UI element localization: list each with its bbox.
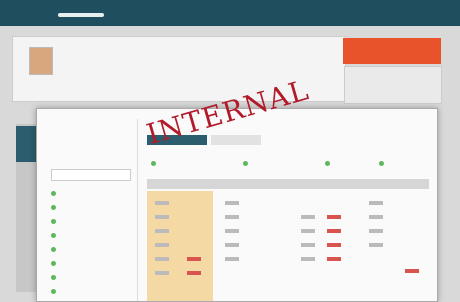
grid-cell [155, 257, 169, 261]
grid-cell [369, 215, 383, 219]
status-indicator-3 [325, 161, 333, 166]
grid-cell [301, 215, 315, 219]
modal-left-list [51, 187, 133, 299]
grid-cell [155, 215, 169, 219]
nav-tab-active[interactable] [58, 13, 104, 17]
status-dot-icon [151, 161, 156, 166]
left-toolbar-active-tab[interactable] [16, 126, 36, 162]
alert-banner[interactable] [343, 38, 441, 64]
grid-cell-flag [405, 269, 419, 273]
status-dot-icon [51, 204, 56, 210]
list-item[interactable] [51, 201, 133, 213]
grid-cell [225, 243, 239, 247]
list-item[interactable] [51, 285, 133, 297]
grid-cell [155, 201, 169, 205]
status-dot-icon [51, 232, 56, 238]
filter-select[interactable] [51, 169, 131, 181]
grid-cell [225, 229, 239, 233]
grid-cell [301, 229, 315, 233]
grid-cell [369, 201, 383, 205]
grid-cell [155, 229, 169, 233]
status-dot-icon [51, 246, 56, 252]
status-dot-icon [51, 274, 56, 280]
nav-tab-3[interactable] [110, 13, 166, 17]
status-indicator-4 [379, 161, 387, 166]
grid-cell-flag [187, 257, 201, 261]
list-item[interactable] [51, 215, 133, 227]
grid-cell-flag [327, 229, 341, 233]
grid-cell [225, 215, 239, 219]
main-nav [18, 13, 166, 17]
list-item[interactable] [51, 187, 133, 199]
nav-tab-1[interactable] [18, 13, 52, 17]
list-item[interactable] [51, 229, 133, 241]
modal-dialog [36, 108, 438, 302]
modal-left-panel [47, 119, 138, 301]
status-dot-icon [51, 218, 56, 224]
grid-cell [225, 201, 239, 205]
list-item[interactable] [51, 257, 133, 269]
status-indicator-2 [243, 161, 251, 166]
grid-cell [301, 243, 315, 247]
grid-cell-flag [187, 271, 201, 275]
modal-right-panel [143, 119, 433, 301]
side-panel [344, 66, 442, 104]
grid-header [147, 179, 429, 189]
grid-cell [301, 257, 315, 261]
status-dot-icon [51, 260, 56, 266]
grid-cell-flag [327, 257, 341, 261]
grid-cell [369, 229, 383, 233]
grid-cell [155, 243, 169, 247]
grid-cell [155, 271, 169, 275]
grid-cell-flag [327, 215, 341, 219]
status-dot-icon [379, 161, 384, 166]
grid-cell-flag [327, 243, 341, 247]
list-item[interactable] [51, 271, 133, 283]
tab-inactive[interactable] [211, 135, 261, 145]
grid-cell [369, 243, 383, 247]
status-dot-icon [51, 288, 56, 294]
status-dot-icon [51, 190, 56, 196]
avatar [29, 47, 53, 75]
top-navigation-bar [0, 0, 460, 26]
status-indicator-1 [151, 161, 159, 166]
grid-cell [225, 257, 239, 261]
status-dot-icon [243, 161, 248, 166]
status-dot-icon [325, 161, 330, 166]
list-item[interactable] [51, 243, 133, 255]
